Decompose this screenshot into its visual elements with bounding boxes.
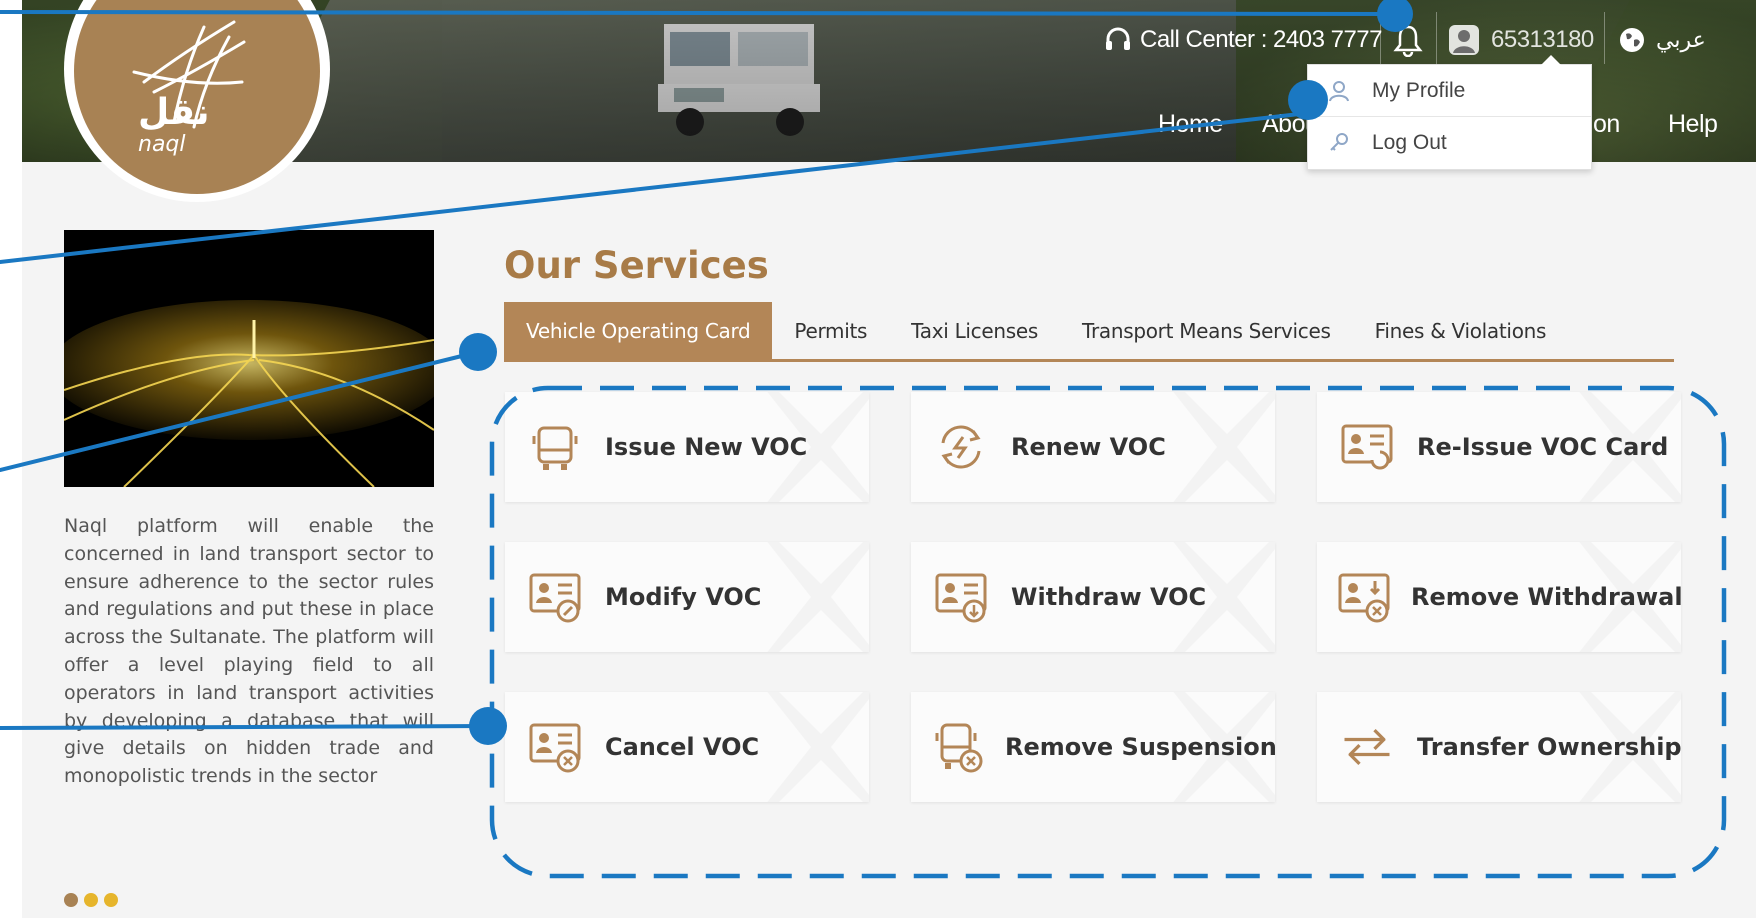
nav-home[interactable]: Home (1158, 110, 1223, 139)
services-title: Our Services (504, 244, 769, 287)
account-number: 65313180 (1491, 26, 1594, 53)
service-card-remove-suspension[interactable]: Remove Suspension (911, 692, 1275, 802)
card-label: Transfer Ownership (1417, 733, 1681, 761)
log-out-item[interactable]: Log Out (1308, 117, 1591, 169)
card-label: Renew VOC (1011, 433, 1166, 461)
transfer-icon (1344, 728, 1390, 766)
service-cards-grid: Issue New VOC Renew VOC Re-Issue VOC Car… (505, 392, 1681, 802)
tab-vehicle-operating-card[interactable]: Vehicle Operating Card (504, 302, 773, 359)
service-card-remove-withdrawal[interactable]: Remove Withdrawal (1317, 542, 1681, 652)
reissue-card-icon (1341, 424, 1393, 470)
account-menu[interactable]: 65313180 (1447, 18, 1594, 62)
divider (1436, 12, 1437, 64)
service-card-cancel-voc[interactable]: Cancel VOC (505, 692, 869, 802)
tab-transport-means-services[interactable]: Transport Means Services (1060, 302, 1353, 359)
divider (1604, 12, 1605, 64)
profile-icon (1329, 80, 1349, 101)
nav-partial-item[interactable]: on (1593, 110, 1620, 139)
service-card-modify-voc[interactable]: Modify VOC (505, 542, 869, 652)
carousel-dots[interactable] (64, 893, 118, 907)
services-tabs: Vehicle Operating Card Permits Taxi Lice… (504, 302, 1674, 362)
card-label: Remove Withdrawal (1411, 583, 1681, 611)
carousel-dot[interactable] (64, 893, 78, 907)
card-label: Re-Issue VOC Card (1417, 433, 1669, 461)
divider (1380, 12, 1381, 64)
language-label: عربي (1656, 27, 1706, 52)
card-label: Remove Suspension (1005, 733, 1275, 761)
tab-fines-violations[interactable]: Fines & Violations (1353, 302, 1569, 359)
logo-english-text: naql (138, 132, 186, 157)
key-icon (1330, 133, 1348, 151)
logo-arabic-text: نقل (138, 92, 210, 133)
bell-icon (1393, 25, 1423, 57)
card-label: Issue New VOC (605, 433, 808, 461)
service-card-withdraw-voc[interactable]: Withdraw VOC (911, 542, 1275, 652)
call-center[interactable]: Call Center : 2403 7777 (1104, 18, 1383, 62)
tab-taxi-licenses[interactable]: Taxi Licenses (889, 302, 1060, 359)
bus-icon (532, 426, 578, 470)
bus-cancel-icon (935, 723, 983, 773)
withdraw-card-icon (935, 573, 987, 623)
service-card-renew-voc[interactable]: Renew VOC (911, 392, 1275, 502)
log-out-label: Log Out (1372, 131, 1447, 154)
carousel-dot[interactable] (104, 893, 118, 907)
carousel-dot[interactable] (84, 893, 98, 907)
account-dropdown: My Profile Log Out (1307, 55, 1592, 170)
call-center-text: Call Center : 2403 7777 (1140, 26, 1383, 53)
modify-card-icon (529, 573, 581, 623)
card-label: Withdraw VOC (1011, 583, 1207, 611)
card-label: Modify VOC (605, 583, 762, 611)
service-card-issue-new-voc[interactable]: Issue New VOC (505, 392, 869, 502)
highway-night-image (64, 230, 434, 487)
my-profile-label: My Profile (1372, 78, 1466, 102)
language-switcher[interactable]: عربي (1618, 18, 1706, 62)
globe-icon (1620, 28, 1644, 52)
renew-icon (941, 425, 981, 469)
service-card-reissue-voc-card[interactable]: Re-Issue VOC Card (1317, 392, 1681, 502)
platform-description: Naql platform will enable the concerned … (64, 515, 434, 788)
my-profile-item[interactable]: My Profile (1308, 65, 1591, 117)
service-card-transfer-ownership[interactable]: Transfer Ownership (1317, 692, 1681, 802)
nav-help[interactable]: Help (1668, 110, 1718, 139)
cancel-card-icon (529, 723, 581, 773)
user-avatar-icon (1449, 25, 1479, 55)
card-label: Cancel VOC (605, 733, 760, 761)
notifications-button[interactable] (1393, 18, 1423, 62)
tab-permits[interactable]: Permits (772, 302, 889, 359)
headset-icon (1106, 27, 1130, 50)
remove-withdrawal-icon (1338, 573, 1390, 623)
